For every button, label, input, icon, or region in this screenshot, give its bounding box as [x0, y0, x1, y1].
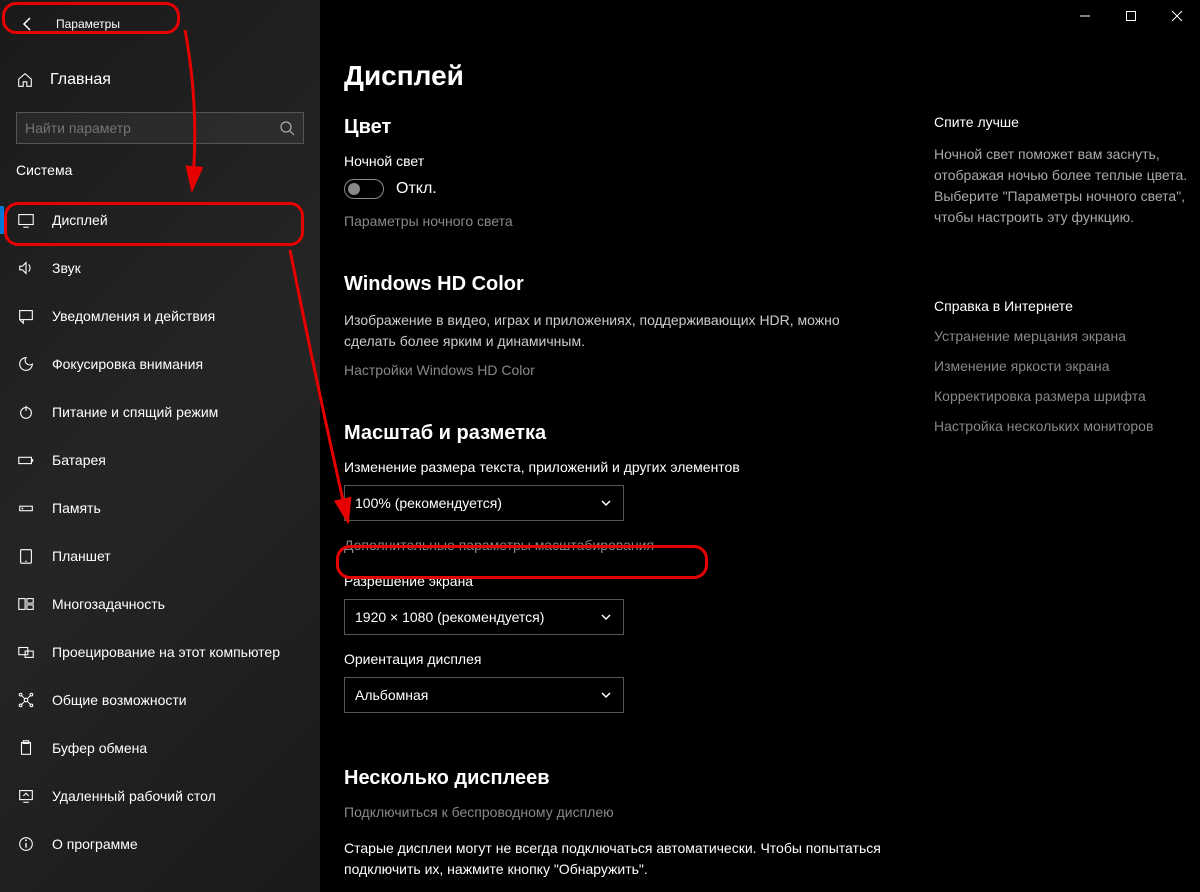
sidebar-item-label: Удаленный рабочий стол — [52, 788, 216, 804]
help-link-fontsize[interactable]: Корректировка размера шрифта — [934, 388, 1194, 404]
sidebar-item-label: Батарея — [52, 452, 106, 468]
maximize-button[interactable] — [1108, 0, 1154, 32]
search-box[interactable] — [16, 112, 304, 144]
hd-description: Изображение в видео, играх и приложениях… — [344, 310, 894, 352]
tablet-icon — [16, 546, 36, 566]
chevron-down-icon — [599, 496, 613, 510]
power-icon — [16, 402, 36, 422]
sleep-better-heading: Спите лучше — [934, 114, 1194, 130]
resolution-value: 1920 × 1080 (рекомендуется) — [355, 609, 544, 625]
sidebar-item-projecting[interactable]: Проецирование на этот компьютер — [0, 628, 320, 676]
sidebar-item-remote[interactable]: Удаленный рабочий стол — [0, 772, 320, 820]
content-column: Дисплей Цвет Ночной свет Откл. Параметры… — [344, 60, 894, 892]
sleep-better-desc: Ночной свет поможет вам заснуть, отображ… — [934, 144, 1194, 228]
sidebar-item-label: Уведомления и действия — [52, 308, 215, 324]
window-controls — [1062, 0, 1200, 32]
arrow-left-icon — [20, 16, 36, 32]
sidebar-item-notifications[interactable]: Уведомления и действия — [0, 292, 320, 340]
right-panel: Спите лучше Ночной свет поможет вам засн… — [934, 60, 1194, 892]
sidebar-item-storage[interactable]: Память — [0, 484, 320, 532]
help-link-brightness[interactable]: Изменение яркости экрана — [934, 358, 1194, 374]
night-light-settings-link[interactable]: Параметры ночного света — [344, 213, 894, 229]
multitasking-icon — [16, 594, 36, 614]
info-icon — [16, 834, 36, 854]
scale-size-value: 100% (рекомендуется) — [355, 495, 502, 511]
projecting-icon — [16, 642, 36, 662]
sidebar-item-clipboard[interactable]: Буфер обмена — [0, 724, 320, 772]
back-button[interactable] — [8, 8, 48, 40]
sidebar-item-label: Фокусировка внимания — [52, 356, 203, 372]
focus-icon — [16, 354, 36, 374]
help-heading: Справка в Интернете — [934, 298, 1194, 314]
remote-icon — [16, 786, 36, 806]
storage-icon — [16, 498, 36, 518]
section-multi-heading: Несколько дисплеев — [344, 767, 894, 790]
sidebar-item-label: Буфер обмена — [52, 740, 147, 756]
sidebar-item-sound[interactable]: Звук — [0, 244, 320, 292]
page-title: Дисплей — [344, 60, 894, 92]
sidebar-item-label: Дисплей — [52, 212, 108, 228]
orientation-value: Альбомная — [355, 687, 428, 703]
titlebar-left: Параметры — [0, 8, 320, 40]
main-panel: Дисплей Цвет Ночной свет Откл. Параметры… — [320, 0, 1200, 892]
close-icon — [1171, 10, 1183, 22]
minimize-button[interactable] — [1062, 0, 1108, 32]
home-label: Главная — [50, 71, 111, 89]
sidebar-item-label: Память — [52, 500, 101, 516]
orientation-label: Ориентация дисплея — [344, 651, 894, 667]
section-color-heading: Цвет — [344, 116, 894, 139]
sidebar-item-multitasking[interactable]: Многозадачность — [0, 580, 320, 628]
close-button[interactable] — [1154, 0, 1200, 32]
resolution-label: Разрешение экрана — [344, 573, 894, 589]
scale-size-dropdown[interactable]: 100% (рекомендуется) — [344, 485, 624, 521]
search-icon — [279, 120, 295, 136]
sidebar-item-label: Общие возможности — [52, 692, 187, 708]
orientation-dropdown[interactable]: Альбомная — [344, 677, 624, 713]
sidebar-item-about[interactable]: О программе — [0, 820, 320, 868]
section-scale-heading: Масштаб и разметка — [344, 422, 894, 445]
sidebar-item-display[interactable]: Дисплей — [0, 196, 320, 244]
battery-icon — [16, 450, 36, 470]
sidebar-item-power[interactable]: Питание и спящий режим — [0, 388, 320, 436]
nav-list: Дисплей Звук Уведомления и действия Фоку… — [0, 196, 320, 868]
sidebar-item-label: Проецирование на этот компьютер — [52, 644, 280, 660]
night-light-state: Откл. — [396, 180, 437, 198]
advanced-scaling-link[interactable]: Дополнительные параметры масштабирования — [344, 537, 894, 553]
display-icon — [16, 210, 36, 230]
hd-settings-link[interactable]: Настройки Windows HD Color — [344, 362, 894, 378]
help-link-monitors[interactable]: Настройка нескольких мониторов — [934, 418, 1194, 434]
night-light-toggle[interactable] — [344, 179, 384, 199]
sidebar-item-shared[interactable]: Общие возможности — [0, 676, 320, 724]
night-light-label: Ночной свет — [344, 153, 894, 169]
section-hd-heading: Windows HD Color — [344, 273, 894, 296]
search-input[interactable] — [25, 120, 279, 136]
sidebar-item-tablet[interactable]: Планшет — [0, 532, 320, 580]
sidebar-section-label: Система — [0, 144, 320, 184]
chevron-down-icon — [599, 610, 613, 624]
help-link-flicker[interactable]: Устранение мерцания экрана — [934, 328, 1194, 344]
sound-icon — [16, 258, 36, 278]
sidebar-item-label: Звук — [52, 260, 81, 276]
sidebar-item-label: Планшет — [52, 548, 111, 564]
maximize-icon — [1125, 10, 1137, 22]
sidebar-item-focus[interactable]: Фокусировка внимания — [0, 340, 320, 388]
notifications-icon — [16, 306, 36, 326]
wireless-display-link[interactable]: Подключиться к беспроводному дисплею — [344, 804, 894, 820]
shared-icon — [16, 690, 36, 710]
old-displays-desc: Старые дисплеи могут не всегда подключат… — [344, 838, 894, 880]
window-title: Параметры — [56, 17, 120, 31]
resolution-dropdown[interactable]: 1920 × 1080 (рекомендуется) — [344, 599, 624, 635]
home-icon — [16, 71, 34, 89]
sidebar-item-battery[interactable]: Батарея — [0, 436, 320, 484]
sidebar-item-label: Многозадачность — [52, 596, 165, 612]
minimize-icon — [1079, 10, 1091, 22]
sidebar-home[interactable]: Главная — [0, 60, 320, 100]
sidebar-item-label: О программе — [52, 836, 138, 852]
night-light-toggle-row: Откл. — [344, 179, 894, 199]
sidebar: Параметры Главная Система Дисплей Звук У… — [0, 0, 320, 892]
chevron-down-icon — [599, 688, 613, 702]
scale-size-label: Изменение размера текста, приложений и д… — [344, 459, 894, 475]
sidebar-item-label: Питание и спящий режим — [52, 404, 218, 420]
clipboard-icon — [16, 738, 36, 758]
